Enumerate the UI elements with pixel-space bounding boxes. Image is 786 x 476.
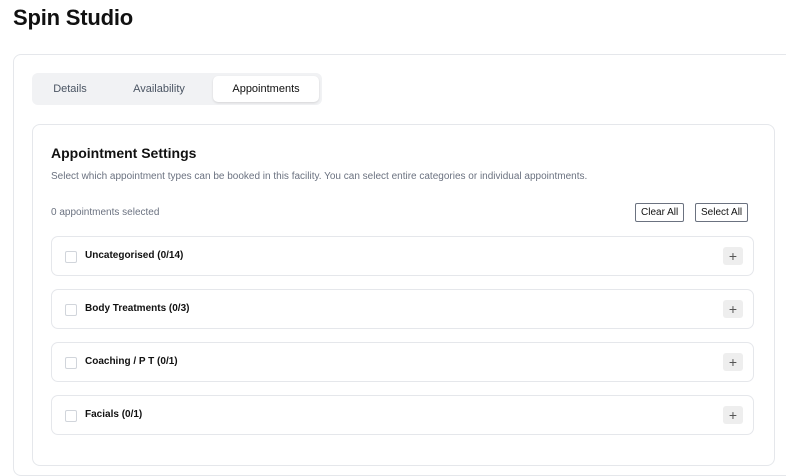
category-label: Facials (0/1)	[85, 409, 143, 420]
category-row-body-treatments[interactable]: Body Treatments (0/3) +	[51, 289, 754, 329]
section-description: Select which appointment types can be bo…	[51, 171, 588, 182]
category-label: Body Treatments (0/3)	[85, 303, 190, 314]
plus-icon[interactable]: +	[723, 353, 743, 371]
category-row-uncategorised[interactable]: Uncategorised (0/14) +	[51, 236, 754, 276]
category-label: Coaching / P T (0/1)	[85, 356, 178, 367]
tab-appointments[interactable]: Appointments	[213, 76, 319, 102]
tab-details[interactable]: Details	[35, 76, 105, 102]
category-checkbox[interactable]	[65, 304, 77, 316]
section-title: Appointment Settings	[51, 145, 197, 161]
category-row-coaching[interactable]: Coaching / P T (0/1) +	[51, 342, 754, 382]
category-label: Uncategorised (0/14)	[85, 250, 184, 261]
tab-availability[interactable]: Availability	[119, 76, 199, 102]
selected-count: 0 appointments selected	[51, 207, 160, 218]
category-checkbox[interactable]	[65, 251, 77, 263]
plus-icon[interactable]: +	[723, 406, 743, 424]
select-all-button[interactable]: Select All	[695, 203, 749, 222]
category-row-facials[interactable]: Facials (0/1) +	[51, 395, 754, 435]
tab-bar: Details Availability Appointments	[32, 73, 322, 105]
clear-all-button[interactable]: Clear All	[635, 203, 685, 222]
plus-icon[interactable]: +	[723, 247, 743, 265]
page-title: Spin Studio	[13, 5, 134, 30]
category-checkbox[interactable]	[65, 410, 77, 422]
plus-icon[interactable]: +	[723, 300, 743, 318]
category-checkbox[interactable]	[65, 357, 77, 369]
